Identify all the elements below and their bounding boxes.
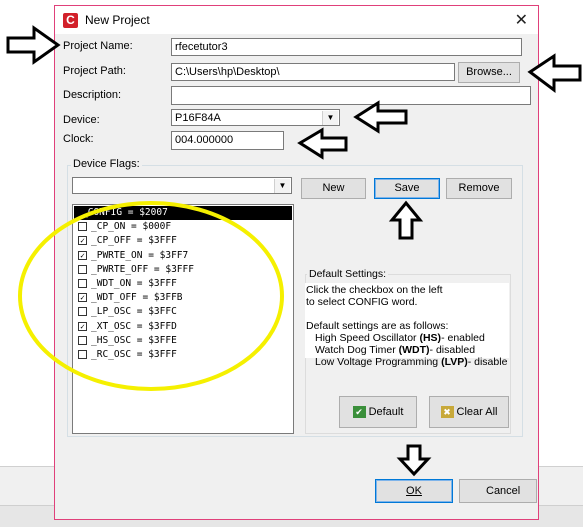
annotation-circle (18, 201, 284, 391)
arrow-up-icon (388, 200, 424, 240)
arrow-left-icon (527, 53, 582, 93)
annotation-overlay (6, 25, 582, 477)
arrow-left-icon (353, 100, 408, 134)
arrow-right-icon (6, 25, 61, 65)
arrow-left-icon (297, 127, 348, 160)
arrow-down-icon (396, 444, 432, 477)
